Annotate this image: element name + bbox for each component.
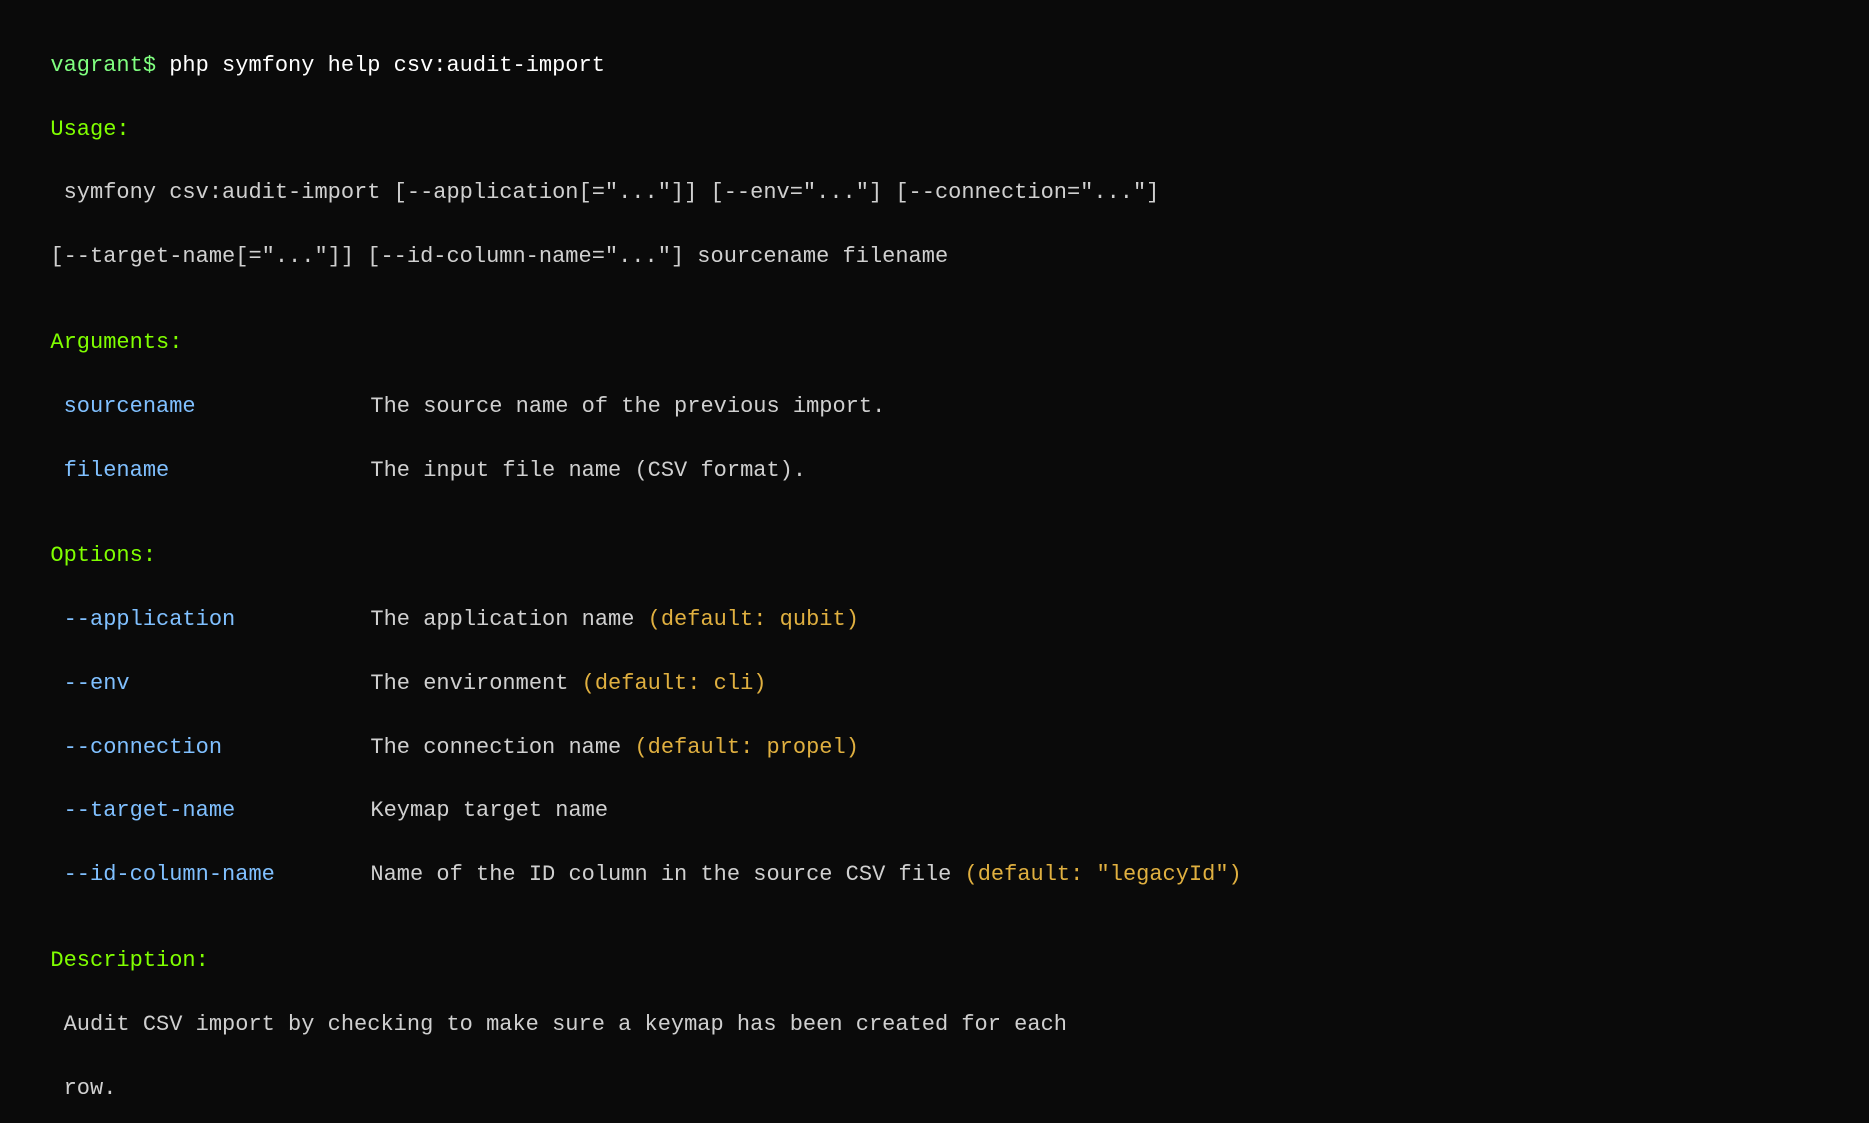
arguments-label: Arguments: (50, 330, 182, 355)
description-line-1: Audit CSV import by checking to make sur… (24, 977, 1845, 1041)
usage-line-1: symfony csv:audit-import [--application[… (24, 146, 1845, 210)
description-label: Description: (50, 948, 208, 973)
opt-application-desc: The application name (370, 607, 647, 632)
arg-sourcename-desc: The source name of the previous import. (370, 394, 885, 419)
description-text-2: row. (50, 1076, 116, 1101)
opt-id-column-default: (default: "legacyId") (965, 862, 1242, 887)
usage-label: Usage: (50, 117, 129, 142)
opt-connection-desc: The connection name (370, 735, 634, 760)
blank-2 (24, 486, 1845, 508)
usage-line-2: [--target-name[="..."]] [--id-column-nam… (24, 209, 1845, 273)
opt-env-desc: The environment (370, 671, 581, 696)
arg-filename-desc: The input file name (CSV format). (370, 458, 806, 483)
usage-text-2: [--target-name[="..."]] [--id-column-nam… (50, 244, 948, 269)
opt-env-line: --envThe environment (default: cli) (24, 636, 1845, 700)
arguments-label-line: Arguments: (24, 295, 1845, 359)
opt-target-name-name: --target-name (50, 795, 370, 827)
opt-id-column-desc: Name of the ID column in the source CSV … (370, 862, 964, 887)
arg-filename-name: filename (50, 455, 370, 487)
opt-connection-line: --connectionThe connection name (default… (24, 700, 1845, 764)
usage-text-1: symfony csv:audit-import [--application[… (50, 180, 1159, 205)
blank-3 (24, 891, 1845, 913)
prompt-user: vagrant$ (50, 53, 156, 78)
options-label: Options: (50, 543, 156, 568)
arg-sourcename-name: sourcename (50, 391, 370, 423)
arg-sourcename-line: sourcenameThe source name of the previou… (24, 359, 1845, 423)
usage-label-line: Usage: (24, 82, 1845, 146)
opt-target-name-line: --target-nameKeymap target name (24, 764, 1845, 828)
opt-id-column-name: --id-column-name (50, 859, 370, 891)
arg-filename-line: filenameThe input file name (CSV format)… (24, 423, 1845, 487)
opt-application-line: --applicationThe application name (defau… (24, 572, 1845, 636)
description-label-line: Description: (24, 913, 1845, 977)
description-line-2: row. (24, 1041, 1845, 1105)
opt-connection-name: --connection (50, 732, 370, 764)
opt-target-name-desc: Keymap target name (370, 798, 608, 823)
opt-application-default: (default: qubit) (648, 607, 859, 632)
prompt-command: php symfony help csv:audit-import (156, 53, 605, 78)
opt-connection-default: (default: propel) (634, 735, 858, 760)
opt-application-name: --application (50, 604, 370, 636)
blank-1 (24, 273, 1845, 295)
options-label-line: Options: (24, 508, 1845, 572)
prompt-line: vagrant$ php symfony help csv:audit-impo… (24, 18, 1845, 82)
opt-env-name: --env (50, 668, 370, 700)
description-text-1: Audit CSV import by checking to make sur… (50, 1012, 1067, 1037)
opt-env-default: (default: cli) (582, 671, 767, 696)
opt-id-column-line: --id-column-nameName of the ID column in… (24, 827, 1845, 891)
